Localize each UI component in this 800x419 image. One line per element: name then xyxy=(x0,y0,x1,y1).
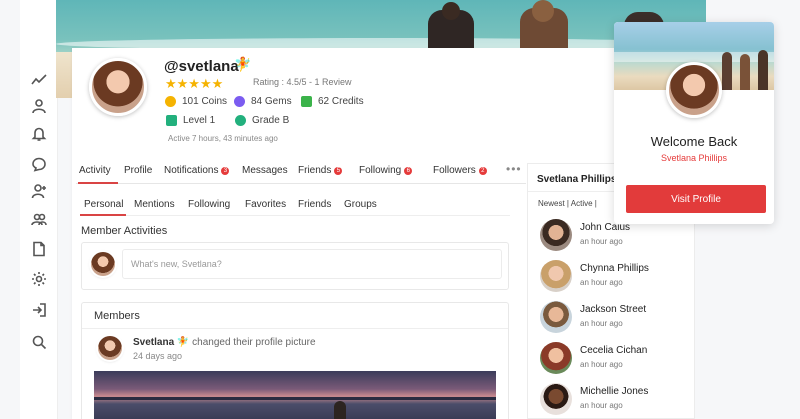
last-active-text: Active 7 hours, 43 minutes ago xyxy=(168,134,278,143)
grade-stat: Grade B xyxy=(235,115,289,126)
gems-stat: 84 Gems xyxy=(234,96,292,107)
member-time: an hour ago xyxy=(580,237,623,246)
grade-badge-icon xyxy=(235,115,246,126)
member-avatar xyxy=(540,301,572,333)
subtab-following[interactable]: Following xyxy=(188,199,230,210)
friends-badge: 5 xyxy=(334,166,343,175)
member-time: an hour ago xyxy=(580,401,623,410)
tab-friends[interactable]: Friends 5 xyxy=(298,165,343,176)
subtab-favorites[interactable]: Favorites xyxy=(245,199,286,210)
credit-icon xyxy=(301,96,312,107)
activity-chart-icon[interactable] xyxy=(31,72,47,88)
document-icon[interactable] xyxy=(31,241,47,257)
gems-label: 84 Gems xyxy=(251,96,292,107)
chat-bubble-icon[interactable] xyxy=(31,156,47,172)
member-time: an hour ago xyxy=(580,360,623,369)
settings-gear-icon[interactable] xyxy=(31,271,47,287)
list-item[interactable]: Michellie Jones an hour ago xyxy=(540,383,690,417)
list-item[interactable]: Chynna Phillips an hour ago xyxy=(540,260,690,294)
tab-messages[interactable]: Messages xyxy=(242,165,288,176)
welcome-user-name[interactable]: Svetlana Phillips xyxy=(614,153,774,163)
post-photo[interactable] xyxy=(94,371,496,419)
left-sidebar xyxy=(20,0,58,419)
visit-profile-button[interactable]: Visit Profile xyxy=(626,185,766,213)
level-label: Level 1 xyxy=(183,115,216,126)
whats-new-box: What's new, Svetlana? xyxy=(81,242,509,290)
post-header: Svetlana 🧚 changed their profile picture xyxy=(133,337,316,348)
notifications-badge: 3 xyxy=(221,166,230,175)
rating-text: Rating : 4.5/5 - 1 Review xyxy=(253,77,352,87)
subtab-friends[interactable]: Friends xyxy=(298,199,331,210)
member-avatar xyxy=(540,260,572,292)
credits-stat: 62 Credits xyxy=(301,96,364,107)
welcome-title: Welcome Back xyxy=(650,134,738,149)
user-icon[interactable] xyxy=(31,98,47,114)
subtab-personal[interactable]: Personal xyxy=(84,199,123,210)
member-name: Cecelia Cichan xyxy=(580,345,648,356)
gem-icon xyxy=(234,96,245,107)
profile-tabs: Activity Profile Notifications 3 Messages… xyxy=(76,158,526,184)
members-feed-box: Members Svetlana 🧚 changed their profile… xyxy=(81,302,509,419)
post-action-text: changed their profile picture xyxy=(192,337,316,348)
member-name: Michellie Jones xyxy=(580,386,649,397)
composer-avatar xyxy=(91,252,115,276)
coins-stat: 101 Coins xyxy=(165,96,227,107)
credits-label: 62 Credits xyxy=(318,96,364,107)
member-name: Chynna Phillips xyxy=(580,263,649,274)
bell-icon[interactable] xyxy=(31,126,47,142)
coins-label: 101 Coins xyxy=(182,96,228,107)
member-activities-title: Member Activities xyxy=(81,225,168,237)
search-icon[interactable] xyxy=(31,334,47,350)
friends-widget-title: Svetlana Phillips xyxy=(537,174,617,185)
grade-label: Grade B xyxy=(252,115,290,126)
tab-profile[interactable]: Profile xyxy=(124,165,152,176)
activity-subtabs: Personal Mentions Following Favorites Fr… xyxy=(80,194,510,216)
whats-new-input[interactable]: What's new, Svetlana? xyxy=(122,249,502,279)
level-badge-icon xyxy=(166,115,177,126)
post-author-name[interactable]: Svetlana xyxy=(133,337,174,348)
friends-filter[interactable]: Newest | Active | xyxy=(538,199,597,208)
subtab-mentions[interactable]: Mentions xyxy=(134,199,175,210)
level-stat: Level 1 xyxy=(166,115,215,126)
active-tab-indicator xyxy=(78,182,118,184)
post-fairy-emoji-icon: 🧚 xyxy=(176,337,190,348)
post-author-avatar[interactable] xyxy=(98,336,122,360)
member-name: Jackson Street xyxy=(580,304,647,315)
welcome-avatar xyxy=(666,62,722,118)
profile-username: @svetlana xyxy=(164,58,239,75)
members-title: Members xyxy=(94,310,140,322)
login-icon[interactable] xyxy=(31,302,47,318)
member-avatar xyxy=(540,383,572,415)
list-item[interactable]: John Caius an hour ago xyxy=(540,219,690,253)
rating-stars: ★★★★★ xyxy=(165,76,224,91)
list-item[interactable]: Cecelia Cichan an hour ago xyxy=(540,342,690,376)
member-avatar xyxy=(540,342,572,374)
more-tabs-icon[interactable]: ••• xyxy=(506,162,522,176)
post-time: 24 days ago xyxy=(133,351,183,361)
following-badge: 6 xyxy=(404,166,413,175)
tab-activity[interactable]: Activity xyxy=(79,165,111,176)
tab-followers[interactable]: Followers 2 xyxy=(433,165,487,176)
fairy-emoji-icon: 🧚 xyxy=(234,56,252,72)
member-time: an hour ago xyxy=(580,278,623,287)
member-time: an hour ago xyxy=(580,319,623,328)
profile-avatar[interactable] xyxy=(89,58,147,116)
tab-notifications[interactable]: Notifications 3 xyxy=(164,165,230,176)
tab-following[interactable]: Following 6 xyxy=(359,165,413,176)
subtab-groups[interactable]: Groups xyxy=(344,199,377,210)
group-icon[interactable] xyxy=(31,211,47,227)
member-avatar xyxy=(540,219,572,251)
active-subtab-indicator xyxy=(80,214,126,216)
welcome-card: Welcome Back Svetlana Phillips Visit Pro… xyxy=(614,22,774,224)
add-friend-icon[interactable] xyxy=(31,183,47,199)
list-item[interactable]: Jackson Street an hour ago xyxy=(540,301,690,335)
followers-badge: 2 xyxy=(478,166,487,175)
coin-icon xyxy=(165,96,176,107)
